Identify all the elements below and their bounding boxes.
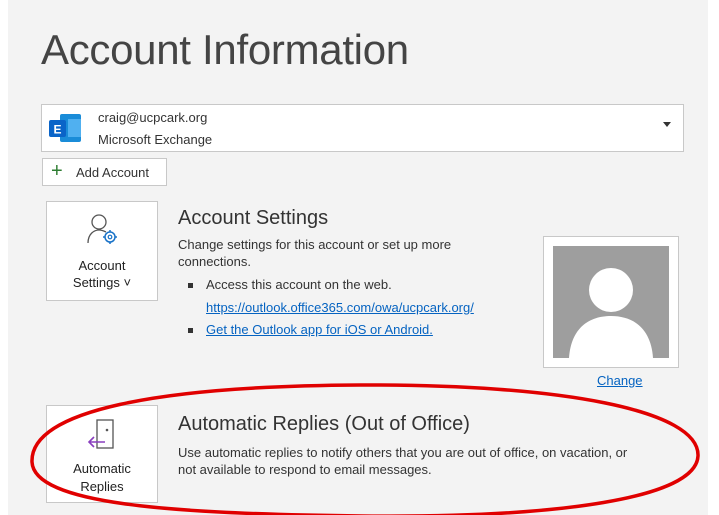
profile-photo bbox=[543, 236, 679, 368]
account-selector[interactable]: E craig@ucpcark.org Microsoft Exchange bbox=[41, 104, 684, 152]
automatic-replies-button[interactable]: Automatic Replies bbox=[46, 405, 158, 503]
user-settings-icon bbox=[87, 214, 117, 244]
outlook-app-link[interactable]: Get the Outlook app for iOS or Android. bbox=[188, 322, 433, 337]
account-settings-button[interactable]: Account Settings ˅ bbox=[46, 201, 158, 301]
account-email: craig@ucpcark.org bbox=[98, 110, 208, 125]
account-type: Microsoft Exchange bbox=[98, 132, 213, 147]
account-settings-tile-line1: Account bbox=[78, 258, 126, 273]
page-title: Account Information bbox=[41, 26, 409, 73]
plus-icon: + bbox=[51, 160, 63, 182]
automatic-replies-desc-line1: Use automatic replies to notify others t… bbox=[178, 445, 628, 460]
add-account-label: Add Account bbox=[76, 165, 149, 180]
automatic-replies-desc-line2: not available to respond to email messag… bbox=[178, 462, 432, 477]
owa-link[interactable]: https://outlook.office365.com/owa/ucpcar… bbox=[206, 299, 474, 316]
automatic-replies-tile-line2: Replies bbox=[80, 479, 124, 494]
change-photo-link[interactable]: Change bbox=[597, 373, 643, 388]
web-access-bullet: Access this account on the web. bbox=[188, 277, 392, 292]
automatic-replies-icon bbox=[87, 419, 114, 449]
account-settings-tile-line2: Settings ˅ bbox=[72, 275, 132, 290]
default-avatar-icon bbox=[553, 246, 669, 358]
automatic-replies-tile-line1: Automatic bbox=[73, 461, 131, 476]
account-settings-title: Account Settings bbox=[178, 207, 329, 229]
account-settings-desc-line1: Change settings for this account or set … bbox=[178, 237, 452, 252]
add-account-button[interactable]: + Add Account bbox=[42, 158, 167, 186]
account-settings-desc-line2: connections. bbox=[178, 254, 251, 269]
exchange-icon: E bbox=[49, 114, 81, 142]
dropdown-caret-icon bbox=[663, 122, 671, 127]
automatic-replies-title: Automatic Replies (Out of Office) bbox=[178, 413, 470, 435]
svg-text:E: E bbox=[53, 123, 61, 137]
